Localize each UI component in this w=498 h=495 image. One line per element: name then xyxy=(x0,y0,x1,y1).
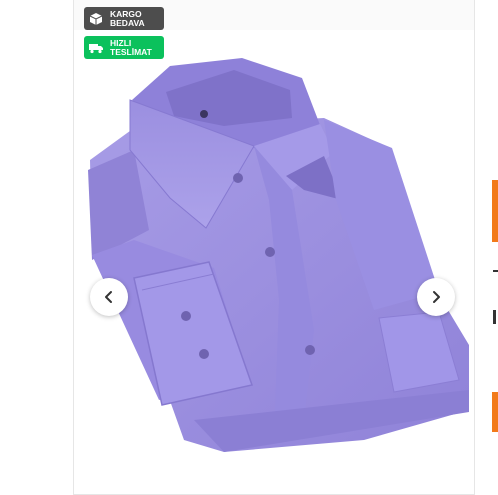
accent-edge xyxy=(492,180,498,242)
chevron-left-icon xyxy=(105,291,112,303)
free-shipping-line2: BEDAVA xyxy=(110,17,145,28)
product-gallery: KARGO BEDAVA HIZLI TESLİMAT xyxy=(73,0,475,495)
product-info-edge xyxy=(490,0,498,495)
fast-delivery-line2: TESLİMAT xyxy=(110,46,152,57)
truck-icon xyxy=(88,41,104,55)
next-image-button[interactable] xyxy=(417,278,455,316)
chevron-right-icon xyxy=(433,291,440,303)
product-image[interactable] xyxy=(74,0,474,495)
text-edge xyxy=(493,310,496,324)
text-edge xyxy=(493,270,498,272)
box-icon xyxy=(88,12,104,26)
fast-delivery-badge: HIZLI TESLİMAT xyxy=(84,36,164,59)
previous-image-button[interactable] xyxy=(90,278,128,316)
free-shipping-badge: KARGO BEDAVA xyxy=(84,7,164,30)
accent-edge xyxy=(492,392,498,432)
